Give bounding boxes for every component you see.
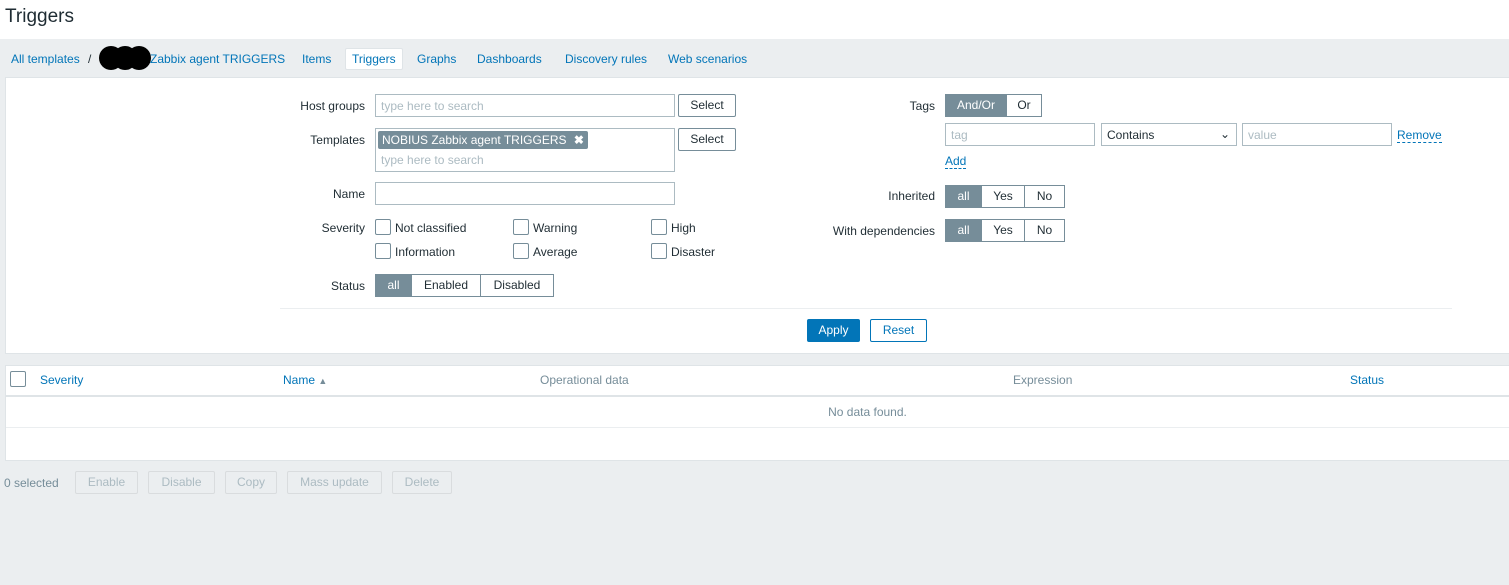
inherited-all[interactable]: all bbox=[945, 185, 982, 208]
host-groups-label: Host groups bbox=[300, 99, 365, 113]
breadcrumb-separator: / bbox=[88, 52, 92, 66]
name-input[interactable] bbox=[375, 182, 675, 205]
templates-label: Templates bbox=[310, 133, 365, 147]
remove-chip-icon[interactable]: ✖ bbox=[574, 133, 584, 147]
status-label: Status bbox=[330, 279, 365, 293]
column-severity[interactable]: Severity bbox=[40, 373, 83, 387]
severity-not-classified-checkbox[interactable] bbox=[375, 219, 391, 235]
tags-and-or[interactable]: And/Or bbox=[945, 94, 1007, 117]
row-divider bbox=[6, 427, 1509, 428]
host-groups-input[interactable]: type here to search bbox=[375, 94, 675, 117]
tag-operator-value: Contains bbox=[1107, 128, 1155, 142]
enable-button[interactable]: Enable bbox=[75, 471, 138, 494]
severity-average-checkbox[interactable] bbox=[513, 243, 529, 259]
add-tag-link[interactable]: Add bbox=[945, 154, 967, 169]
sort-ascending-icon: ▲ bbox=[318, 376, 328, 386]
templates-search-placeholder: type here to search bbox=[381, 153, 484, 167]
mass-update-button[interactable]: Mass update bbox=[287, 471, 382, 494]
tab-graphs[interactable]: Graphs bbox=[417, 52, 456, 66]
tags-or[interactable]: Or bbox=[1006, 94, 1042, 117]
filter-panel bbox=[5, 77, 1509, 354]
column-name-label: Name bbox=[283, 373, 316, 387]
status-disabled[interactable]: Disabled bbox=[480, 274, 554, 297]
severity-label: Severity bbox=[321, 221, 365, 235]
disable-button[interactable]: Disable bbox=[148, 471, 215, 494]
tab-items[interactable]: Items bbox=[302, 52, 331, 66]
select-all-checkbox[interactable] bbox=[10, 371, 26, 387]
severity-disaster-label: Disaster bbox=[671, 245, 716, 259]
empty-message: No data found. bbox=[828, 405, 907, 419]
inherited-label: Inherited bbox=[888, 189, 935, 203]
templates-select-button[interactable]: Select bbox=[678, 128, 736, 151]
severity-high-checkbox[interactable] bbox=[651, 219, 667, 235]
template-chip: NOBIUS Zabbix agent TRIGGERS ✖ bbox=[378, 131, 588, 149]
dependencies-label: With dependencies bbox=[832, 224, 935, 238]
table-header-divider bbox=[6, 395, 1509, 397]
copy-button[interactable]: Copy bbox=[225, 471, 277, 494]
breadcrumb-all-templates[interactable]: All templates bbox=[11, 52, 80, 66]
apply-button[interactable]: Apply bbox=[807, 319, 860, 342]
tag-input[interactable]: tag bbox=[945, 123, 1095, 146]
chevron-down-icon: ⌄ bbox=[1219, 127, 1230, 141]
column-expression: Expression bbox=[1013, 373, 1073, 387]
dependencies-no[interactable]: No bbox=[1024, 219, 1065, 242]
severity-information-checkbox[interactable] bbox=[375, 243, 391, 259]
template-chip-label: NOBIUS Zabbix agent TRIGGERS bbox=[382, 133, 567, 147]
tags-label: Tags bbox=[909, 99, 935, 113]
tab-web-scenarios[interactable]: Web scenarios bbox=[668, 52, 747, 66]
tag-value-input[interactable]: value bbox=[1242, 123, 1392, 146]
status-enabled[interactable]: Enabled bbox=[411, 274, 481, 297]
tab-dashboards[interactable]: Dashboards bbox=[477, 52, 542, 66]
severity-not-classified-label: Not classified bbox=[395, 221, 467, 235]
filter-divider bbox=[280, 308, 1452, 309]
severity-warning-label: Warning bbox=[533, 221, 578, 235]
page-header bbox=[0, 0, 1509, 39]
severity-information-label: Information bbox=[395, 245, 456, 259]
column-operational-data: Operational data bbox=[540, 373, 629, 387]
reset-button[interactable]: Reset bbox=[870, 319, 927, 342]
delete-button[interactable]: Delete bbox=[392, 471, 452, 494]
name-label: Name bbox=[332, 187, 365, 201]
dependencies-all[interactable]: all bbox=[945, 219, 982, 242]
severity-disaster-checkbox[interactable] bbox=[651, 243, 667, 259]
severity-high-label: High bbox=[671, 221, 696, 235]
severity-warning-checkbox[interactable] bbox=[513, 219, 529, 235]
inherited-no[interactable]: No bbox=[1024, 185, 1065, 208]
selected-count: 0 selected bbox=[4, 476, 59, 490]
page-title: Triggers bbox=[5, 6, 74, 27]
tab-triggers[interactable]: Triggers bbox=[345, 48, 403, 70]
severity-average-label: Average bbox=[533, 245, 578, 259]
host-groups-select-button[interactable]: Select bbox=[678, 94, 736, 117]
column-status[interactable]: Status bbox=[1350, 373, 1384, 387]
inherited-yes[interactable]: Yes bbox=[981, 185, 1025, 208]
status-all[interactable]: all bbox=[375, 274, 412, 297]
column-name[interactable]: Name ▲ bbox=[283, 373, 327, 387]
dependencies-yes[interactable]: Yes bbox=[981, 219, 1025, 242]
tab-discovery-rules[interactable]: Discovery rules bbox=[565, 52, 647, 66]
tag-operator-select[interactable]: Contains ⌄ bbox=[1101, 123, 1237, 146]
remove-tag-link[interactable]: Remove bbox=[1397, 128, 1442, 143]
breadcrumb-template[interactable]: Zabbix agent TRIGGERS bbox=[150, 52, 285, 66]
redaction-blot bbox=[99, 46, 151, 70]
